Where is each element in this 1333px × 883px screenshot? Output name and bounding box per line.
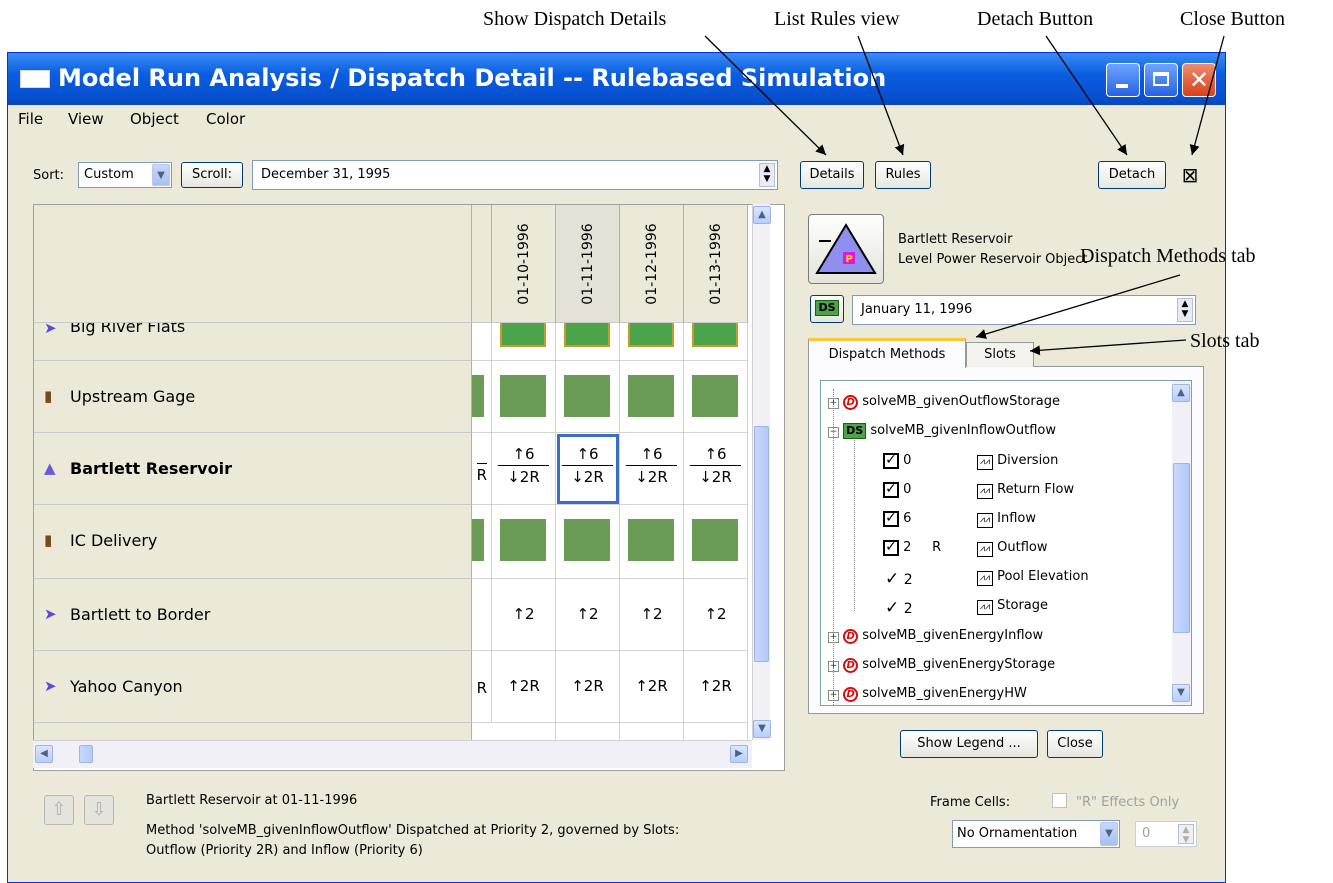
callout-arrows — [704, 35, 1225, 356]
